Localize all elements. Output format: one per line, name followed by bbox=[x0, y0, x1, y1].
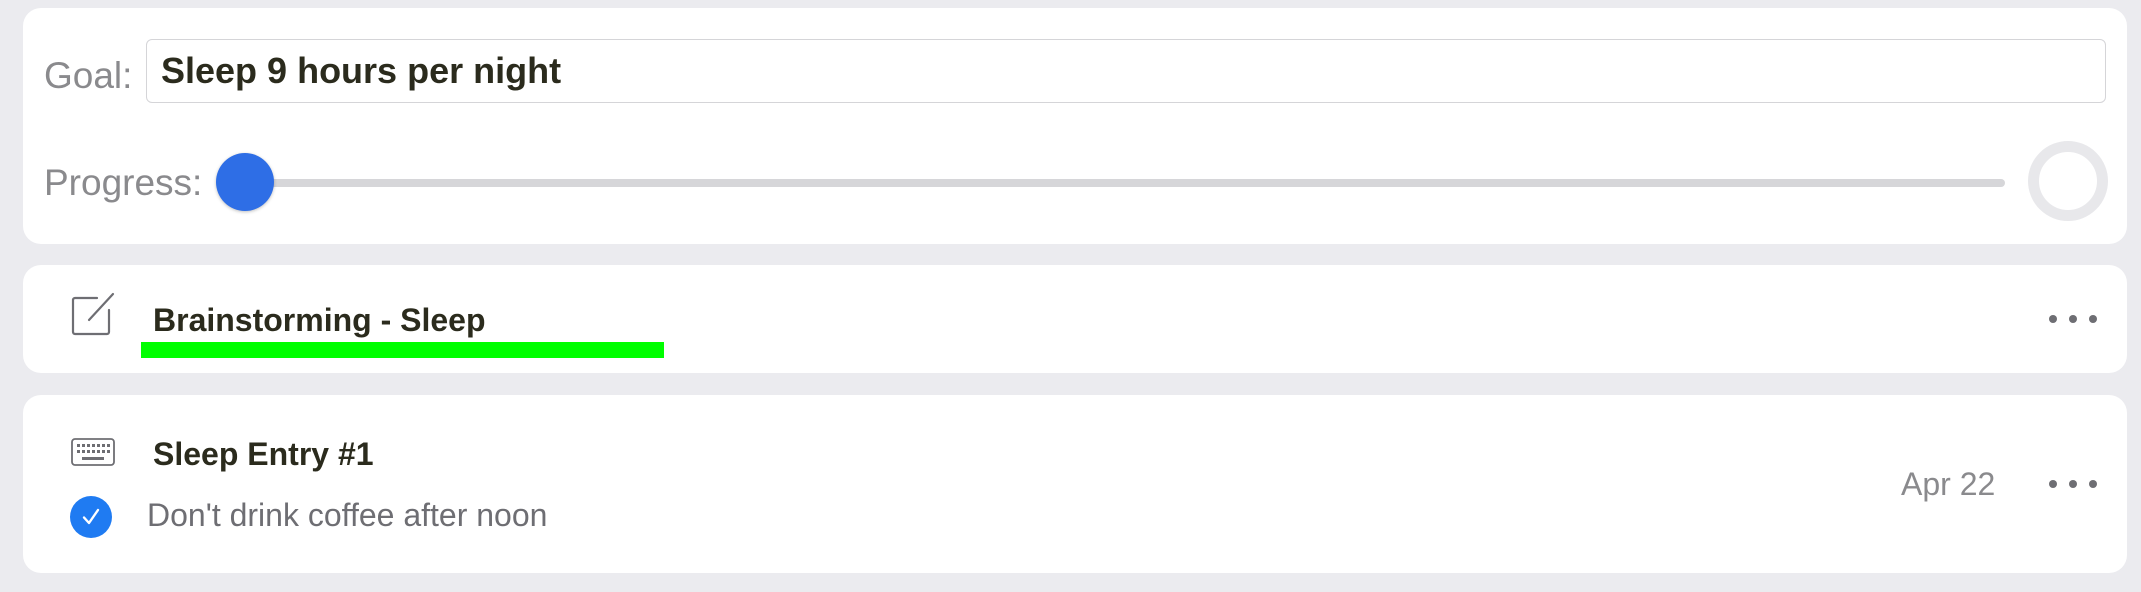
more-dot bbox=[2089, 315, 2097, 323]
more-dot bbox=[2049, 480, 2057, 488]
more-icon[interactable] bbox=[2043, 472, 2103, 496]
brainstorm-item[interactable]: Brainstorming - Sleep bbox=[23, 265, 2127, 373]
goal-input[interactable] bbox=[146, 39, 2106, 103]
progress-ring bbox=[2028, 141, 2108, 221]
compose-icon bbox=[71, 292, 115, 336]
goal-card: Goal: Progress: bbox=[23, 8, 2127, 244]
goal-label: Goal: bbox=[44, 55, 133, 96]
more-dot bbox=[2049, 315, 2057, 323]
more-icon[interactable] bbox=[2043, 307, 2103, 331]
progress-slider-track[interactable] bbox=[243, 179, 2005, 187]
more-dot bbox=[2069, 315, 2077, 323]
entry-item[interactable]: Sleep Entry #1 Apr 22 Don't drink coffee… bbox=[23, 395, 2127, 573]
highlight-bar bbox=[141, 342, 664, 358]
progress-label: Progress: bbox=[44, 162, 203, 203]
entry-subtitle: Don't drink coffee after noon bbox=[147, 497, 548, 533]
keyboard-icon bbox=[71, 438, 115, 466]
entry-date: Apr 22 bbox=[1901, 466, 1996, 502]
entry-title: Sleep Entry #1 bbox=[153, 436, 374, 472]
progress-slider-thumb[interactable] bbox=[216, 153, 274, 211]
more-dot bbox=[2089, 480, 2097, 488]
more-dot bbox=[2069, 480, 2077, 488]
brainstorm-title: Brainstorming - Sleep bbox=[153, 302, 486, 338]
checkmark-glyph bbox=[82, 508, 100, 525]
checkmark-icon[interactable] bbox=[70, 496, 112, 538]
